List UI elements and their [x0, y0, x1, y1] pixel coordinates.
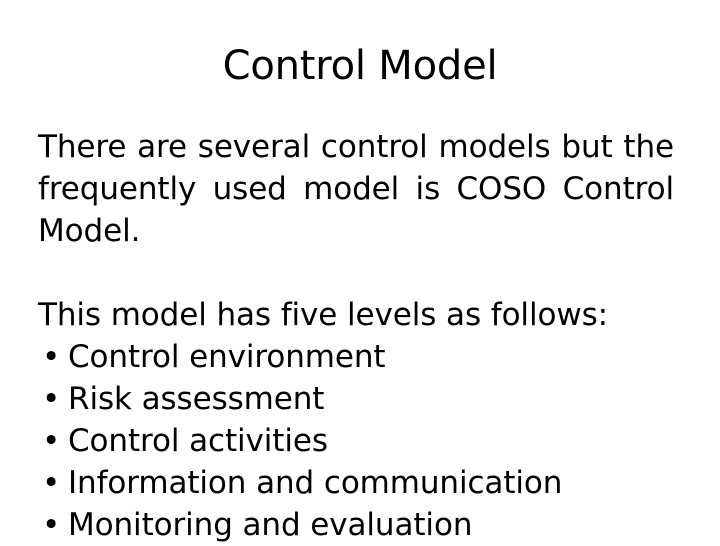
control-levels-list: • Control environment • Risk assessment …: [38, 336, 674, 546]
slide-canvas: Control Model There are several control …: [0, 0, 720, 543]
list-item-label: Control activities: [68, 423, 328, 459]
intro-paragraph: There are several control models but the…: [38, 129, 674, 249]
bullet-icon: •: [42, 423, 61, 459]
list-item-label: Monitoring and evaluation: [68, 507, 473, 543]
list-item-label: Control environment: [68, 339, 386, 375]
list-item: • Control activities: [38, 420, 674, 462]
bullet-icon: •: [42, 339, 61, 375]
list-item: • Control environment: [38, 336, 674, 378]
bullet-icon: •: [42, 381, 61, 417]
list-item-label: Information and communication: [68, 465, 563, 501]
bullet-icon: •: [42, 465, 61, 501]
list-item-label: Risk assessment: [68, 381, 325, 417]
list-item: • Risk assessment: [38, 378, 674, 420]
page-title: Control Model: [222, 43, 498, 89]
levels-lead-in-paragraph: This model has five levels as follows:: [38, 297, 608, 333]
list-item: • Information and communication: [38, 462, 674, 504]
slide-body: There are several control models but the…: [38, 126, 674, 546]
